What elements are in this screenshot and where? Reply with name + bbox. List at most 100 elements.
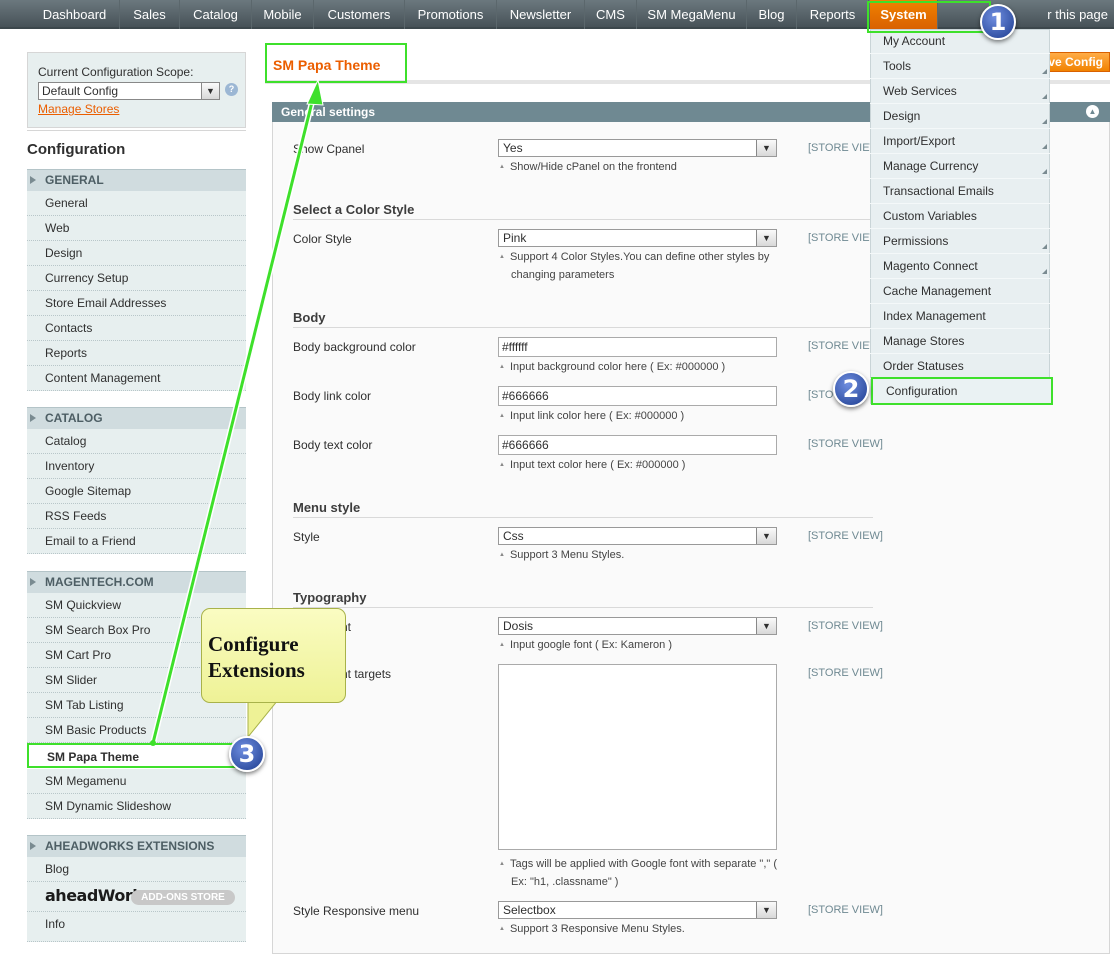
sidebar-item-store-email[interactable]: Store Email Addresses [27, 291, 246, 316]
sidebar-section-catalog[interactable]: CATALOG [27, 407, 246, 429]
chevron-down-icon: ▼ [756, 230, 776, 246]
body-text-color-input[interactable]: #666666 [498, 435, 777, 455]
menu-item-order-statuses[interactable]: Order Statuses [870, 354, 1050, 379]
field-note: Tags will be applied with Google font wi… [499, 855, 789, 891]
chevron-down-icon: ▼ [201, 83, 219, 99]
menu-item-index-management[interactable]: Index Management [870, 304, 1050, 329]
addons-store-badge[interactable]: ADD-ONS STORE [131, 890, 235, 905]
nav-mobile[interactable]: Mobile [252, 0, 314, 29]
body-link-color-input[interactable]: #666666 [498, 386, 777, 406]
sidebar-item-rss-feeds[interactable]: RSS Feeds [27, 504, 246, 529]
menu-item-magento-connect[interactable]: Magento Connect [870, 254, 1050, 279]
nav-newsletter[interactable]: Newsletter [497, 0, 585, 29]
step-badge-1: 1 [980, 4, 1016, 40]
nav-sm-megamenu[interactable]: SM MegaMenu [637, 0, 747, 29]
field-label-body-text: Body text color [293, 438, 373, 452]
sidebar-item-general[interactable]: General [27, 191, 246, 216]
scope-tag: [STORE VIEW] [808, 904, 883, 916]
sidebar-item-design[interactable]: Design [27, 241, 246, 266]
field-note: Input background color here ( Ex: #00000… [499, 358, 789, 376]
menu-item-permissions[interactable]: Permissions [870, 229, 1050, 254]
scope-select-value: Default Config [42, 84, 119, 98]
sidebar-item-currency-setup[interactable]: Currency Setup [27, 266, 246, 291]
field-label-show-cpanel: Show Cpanel [293, 142, 365, 156]
field-label-body-bg: Body background color [293, 340, 416, 354]
scope-tag: [STORE VIEW] [808, 620, 883, 632]
step-badge-2: 2 [833, 371, 869, 407]
menu-style-value: Css [503, 529, 524, 543]
scope-select[interactable]: Default Config ▼ [38, 82, 220, 100]
sidebar-section-general[interactable]: GENERAL [27, 169, 246, 191]
sidebar-item-google-sitemap[interactable]: Google Sitemap [27, 479, 246, 504]
sidebar-item-sm-basic-products[interactable]: SM Basic Products [27, 718, 246, 743]
responsive-menu-select[interactable]: Selectbox ▼ [498, 901, 777, 919]
nav-sales[interactable]: Sales [120, 0, 180, 29]
field-note: Support 3 Responsive Menu Styles. [499, 920, 789, 938]
color-style-value: Pink [503, 231, 527, 245]
sidebar-item-content-management[interactable]: Content Management [27, 366, 246, 391]
menu-item-custom-variables[interactable]: Custom Variables [870, 204, 1050, 229]
menu-item-design[interactable]: Design [870, 104, 1050, 129]
help-link[interactable]: r this page [1047, 0, 1108, 29]
menu-item-tools[interactable]: Tools [870, 54, 1050, 79]
callout-text: Configure Extensions [208, 632, 305, 682]
sidebar-section-magentech[interactable]: MAGENTECH.COM [27, 571, 246, 593]
sidebar-item-sm-papa-theme[interactable]: SM Papa Theme [27, 743, 246, 768]
sidebar-item-sm-megamenu[interactable]: SM Megamenu [27, 769, 246, 794]
scope-tag: [STORE VIEW] [808, 530, 883, 542]
help-icon[interactable]: ? [225, 83, 238, 96]
sidebar-item-email-friend[interactable]: Email to a Friend [27, 529, 246, 554]
menu-style-select[interactable]: Css ▼ [498, 527, 777, 545]
nav-catalog[interactable]: Catalog [180, 0, 252, 29]
scope-tag: [STORE VIEW] [808, 438, 883, 450]
sidebar-item-inventory[interactable]: Inventory [27, 454, 246, 479]
show-cpanel-select[interactable]: Yes ▼ [498, 139, 777, 157]
scope-tag: [STORE VIEW] [808, 667, 883, 679]
collapse-icon[interactable]: ▲ [1086, 105, 1099, 118]
group-title-menu: Menu style [293, 500, 873, 518]
menu-item-cache-management[interactable]: Cache Management [870, 279, 1050, 304]
sidebar-item-reports[interactable]: Reports [27, 341, 246, 366]
menu-item-manage-currency[interactable]: Manage Currency [870, 154, 1050, 179]
sidebar-item-sm-dynamic-slideshow[interactable]: SM Dynamic Slideshow [27, 794, 246, 819]
show-cpanel-value: Yes [503, 141, 523, 155]
menu-item-import-export[interactable]: Import/Export [870, 129, 1050, 154]
sidebar-item-contacts[interactable]: Contacts [27, 316, 246, 341]
field-note: Support 3 Menu Styles. [499, 546, 789, 564]
sidebar-item-catalog[interactable]: Catalog [27, 429, 246, 454]
configuration-scope-box: Current Configuration Scope: Default Con… [27, 52, 246, 128]
responsive-menu-value: Selectbox [503, 903, 556, 917]
nav-blog[interactable]: Blog [747, 0, 797, 29]
font-targets-textarea[interactable] [498, 664, 777, 850]
menu-item-transactional-emails[interactable]: Transactional Emails [870, 179, 1050, 204]
sidebar-section-aheadworks[interactable]: AHEADWORKS EXTENSIONS [27, 835, 246, 857]
field-note: Input link color here ( Ex: #000000 ) [499, 407, 789, 425]
color-style-select[interactable]: Pink ▼ [498, 229, 777, 247]
nav-customers[interactable]: Customers [314, 0, 405, 29]
menu-item-web-services[interactable]: Web Services [870, 79, 1050, 104]
manage-stores-link[interactable]: Manage Stores [38, 102, 119, 116]
body-bg-color-input[interactable]: #ffffff [498, 337, 777, 357]
sidebar-item-blog[interactable]: Blog [27, 857, 246, 882]
nav-reports[interactable]: Reports [797, 0, 869, 29]
group-title-typography: Typography [293, 590, 873, 608]
step-badge-3: 3 [229, 736, 265, 772]
page-title-highlight [265, 43, 407, 83]
scope-tag: [STO [808, 389, 834, 401]
sidebar-item-web[interactable]: Web [27, 216, 246, 241]
nav-cms[interactable]: CMS [585, 0, 637, 29]
field-note: Support 4 Color Styles.You can define ot… [499, 248, 789, 284]
chevron-down-icon: ▼ [756, 618, 776, 634]
nav-dashboard[interactable]: Dashboard [30, 0, 120, 29]
field-note: Show/Hide cPanel on the frontend [499, 158, 789, 176]
nav-promotions[interactable]: Promotions [405, 0, 497, 29]
field-label-font-targets: nt targets [341, 667, 392, 681]
sidebar-item-info[interactable]: Info [27, 912, 246, 942]
menu-item-manage-stores[interactable]: Manage Stores [870, 329, 1050, 354]
google-font-value: Dosis [503, 619, 534, 633]
chevron-down-icon: ▼ [756, 528, 776, 544]
field-note: Input text color here ( Ex: #000000 ) [499, 456, 789, 474]
save-config-button[interactable]: ve Config [1040, 52, 1110, 72]
google-font-select[interactable]: Dosis ▼ [498, 617, 777, 635]
menu-item-configuration[interactable]: Configuration [871, 377, 1053, 405]
